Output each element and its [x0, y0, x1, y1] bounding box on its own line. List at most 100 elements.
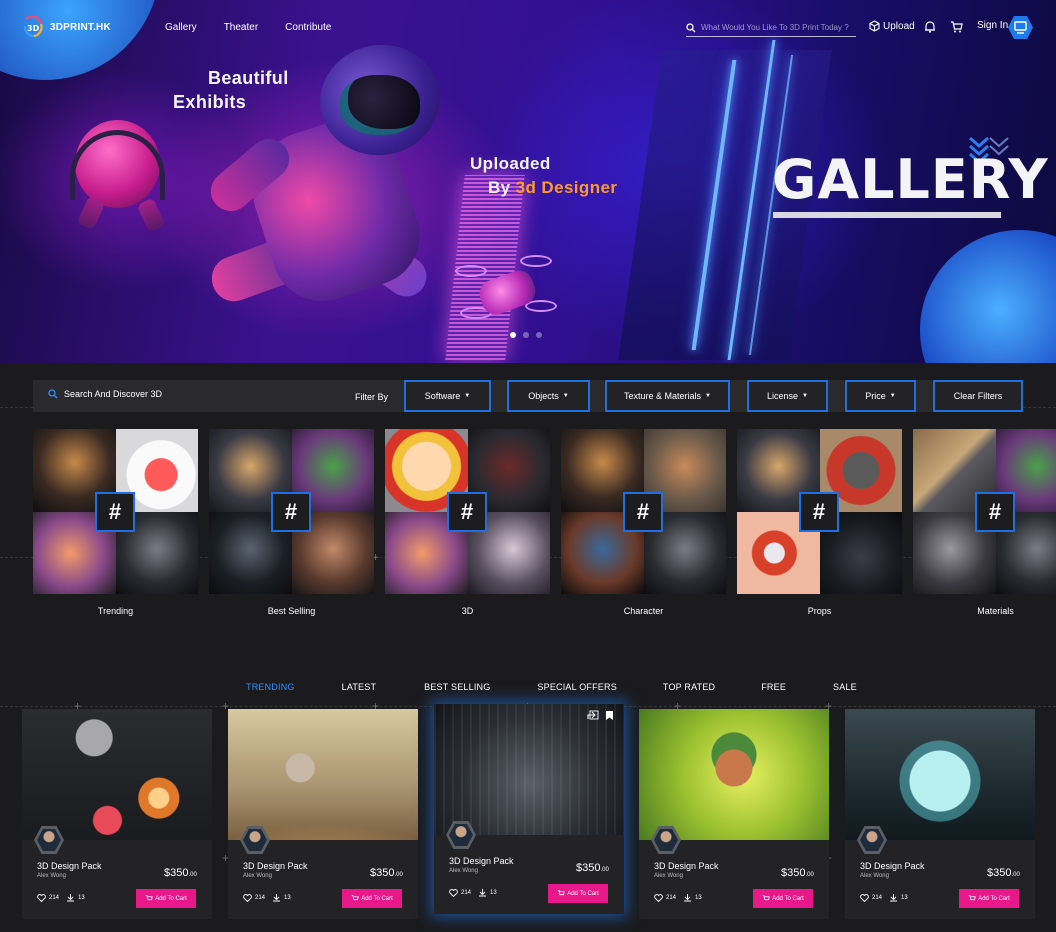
heart-icon[interactable] — [860, 893, 869, 902]
heart-icon[interactable] — [243, 893, 252, 902]
product-card[interactable]: 3D Design Pack Alex Wong $350.00 214 13 … — [22, 709, 212, 919]
search-icon — [48, 389, 58, 399]
product-title[interactable]: 3D Design Pack — [243, 861, 308, 871]
discover-search-label: Search And Discover 3D — [64, 389, 163, 399]
robot-figure — [70, 120, 170, 240]
category-tile-materials[interactable]: # Materials — [913, 429, 1056, 616]
add-to-cart-button[interactable]: Add To Cart — [342, 889, 402, 908]
cart-icon — [145, 895, 153, 901]
add-to-cart-button[interactable]: Add To Cart — [959, 889, 1019, 908]
caret-down-icon: ▼ — [464, 393, 471, 399]
product-card[interactable]: 3D Design Pack Alex Wong $350.00 214 13 … — [845, 709, 1035, 919]
bell-icon[interactable] — [924, 20, 936, 33]
filter-objects-dropdown[interactable]: Objects ▼ — [507, 380, 590, 412]
nav-links: Gallery Theater Contribute — [165, 22, 358, 33]
hero-line: Beautiful — [208, 68, 289, 88]
carousel-dots[interactable] — [510, 332, 542, 338]
product-image[interactable] — [639, 709, 829, 840]
tab-free[interactable]: FREE — [761, 682, 786, 692]
tab-trending[interactable]: TRENDING — [246, 682, 295, 692]
product-price: $350.00 — [987, 867, 1020, 879]
category-label: 3D — [461, 606, 474, 616]
product-card-highlighted[interactable]: 3D Design Pack Alex Wong $350.00 214 13 … — [434, 704, 624, 914]
product-author[interactable]: Alex Wong — [654, 873, 683, 879]
heart-icon[interactable] — [37, 893, 46, 902]
filter-texture-dropdown[interactable]: Texture & Materials ▼ — [605, 380, 730, 412]
global-search[interactable] — [686, 19, 856, 37]
product-author[interactable]: Alex Wong — [449, 868, 478, 874]
tab-sale[interactable]: SALE — [833, 682, 857, 692]
add-to-cart-button[interactable]: Add To Cart — [136, 889, 196, 908]
filter-license-dropdown[interactable]: License ▼ — [747, 380, 828, 412]
download-icon — [273, 894, 281, 902]
category-thumbnail-grid: # — [209, 429, 374, 594]
product-stats: 214 13 — [243, 893, 291, 902]
share-icon[interactable] — [587, 710, 599, 720]
download-icon — [479, 889, 487, 897]
hero-line: Exhibits — [173, 92, 247, 112]
filter-software-dropdown[interactable]: Software ▼ — [404, 380, 491, 412]
category-label: Props — [807, 606, 832, 616]
caret-down-icon: ▼ — [802, 393, 808, 399]
global-search-input[interactable] — [701, 23, 856, 32]
price-value: $350 — [987, 867, 1012, 879]
tab-special-offers[interactable]: SPECIAL OFFERS — [537, 682, 617, 692]
upload-cube-icon — [869, 20, 880, 32]
carousel-dot[interactable] — [523, 332, 529, 338]
discover-search[interactable]: Search And Discover 3D — [48, 389, 162, 399]
search-icon — [686, 22, 696, 32]
category-tile-best-selling[interactable]: # Best Selling — [209, 429, 374, 616]
download-count: 13 — [695, 894, 702, 901]
carousel-dot[interactable] — [536, 332, 542, 338]
tab-best-selling[interactable]: BEST SELLING — [424, 682, 490, 692]
heart-icon[interactable] — [654, 893, 663, 902]
nav-link-contribute[interactable]: Contribute — [285, 22, 331, 33]
filter-price-dropdown[interactable]: Price ▼ — [845, 380, 916, 412]
cart-icon[interactable] — [950, 21, 963, 33]
category-tile-3d[interactable]: # 3D — [385, 429, 550, 616]
product-card[interactable]: 3D Design Pack Alex Wong $350.00 214 13 … — [228, 709, 418, 919]
add-to-cart-label: Add To Cart — [978, 895, 1010, 902]
category-tile-trending[interactable]: # Trending — [33, 429, 198, 616]
hero-title-underline — [773, 212, 1001, 218]
upload-button[interactable]: Upload — [869, 20, 915, 32]
product-title[interactable]: 3D Design Pack — [449, 856, 514, 866]
nav-link-gallery[interactable]: Gallery — [165, 22, 197, 33]
add-to-cart-label: Add To Cart — [567, 890, 599, 897]
bookmark-icon[interactable] — [605, 710, 614, 721]
hero-tagline-1: Beautiful Exhibits — [173, 66, 289, 114]
tab-latest[interactable]: LATEST — [342, 682, 377, 692]
category-thumbnail-grid: # — [913, 429, 1056, 594]
category-tile-character[interactable]: # Character — [561, 429, 726, 616]
product-image[interactable] — [228, 709, 418, 840]
filter-label: Software — [424, 391, 461, 401]
logo[interactable]: 3D 3DPRINT.HK — [22, 16, 111, 38]
product-title[interactable]: 3D Design Pack — [37, 861, 102, 871]
product-author[interactable]: Alex Wong — [37, 873, 66, 879]
tab-top-rated[interactable]: TOP RATED — [663, 682, 715, 692]
product-title[interactable]: 3D Design Pack — [860, 861, 925, 871]
add-to-cart-label: Add To Cart — [772, 895, 804, 902]
category-tile-props[interactable]: # Props — [737, 429, 902, 616]
product-card[interactable]: 3D Design Pack Alex Wong $350.00 214 13 … — [639, 709, 829, 919]
add-to-cart-button[interactable]: Add To Cart — [548, 884, 608, 903]
user-avatar-icon[interactable] — [1008, 15, 1033, 40]
product-author[interactable]: Alex Wong — [860, 873, 889, 879]
product-title[interactable]: 3D Design Pack — [654, 861, 719, 871]
filter-label: Objects — [528, 391, 559, 401]
category-label: Character — [623, 606, 664, 616]
caret-down-icon: ▼ — [705, 393, 711, 399]
product-image[interactable] — [434, 704, 624, 835]
add-to-cart-button[interactable]: Add To Cart — [753, 889, 813, 908]
heart-icon[interactable] — [449, 888, 458, 897]
hash-icon: # — [799, 492, 839, 532]
product-author[interactable]: Alex Wong — [243, 873, 272, 879]
price-value: $350 — [370, 867, 395, 879]
product-image[interactable] — [22, 709, 212, 840]
clear-filters-button[interactable]: Clear Filters — [933, 380, 1023, 412]
sign-in-link[interactable]: Sign In — [977, 20, 1008, 31]
carousel-dot[interactable] — [510, 332, 516, 338]
product-image[interactable] — [845, 709, 1035, 840]
like-count: 214 — [49, 894, 60, 901]
nav-link-theater[interactable]: Theater — [224, 22, 258, 33]
